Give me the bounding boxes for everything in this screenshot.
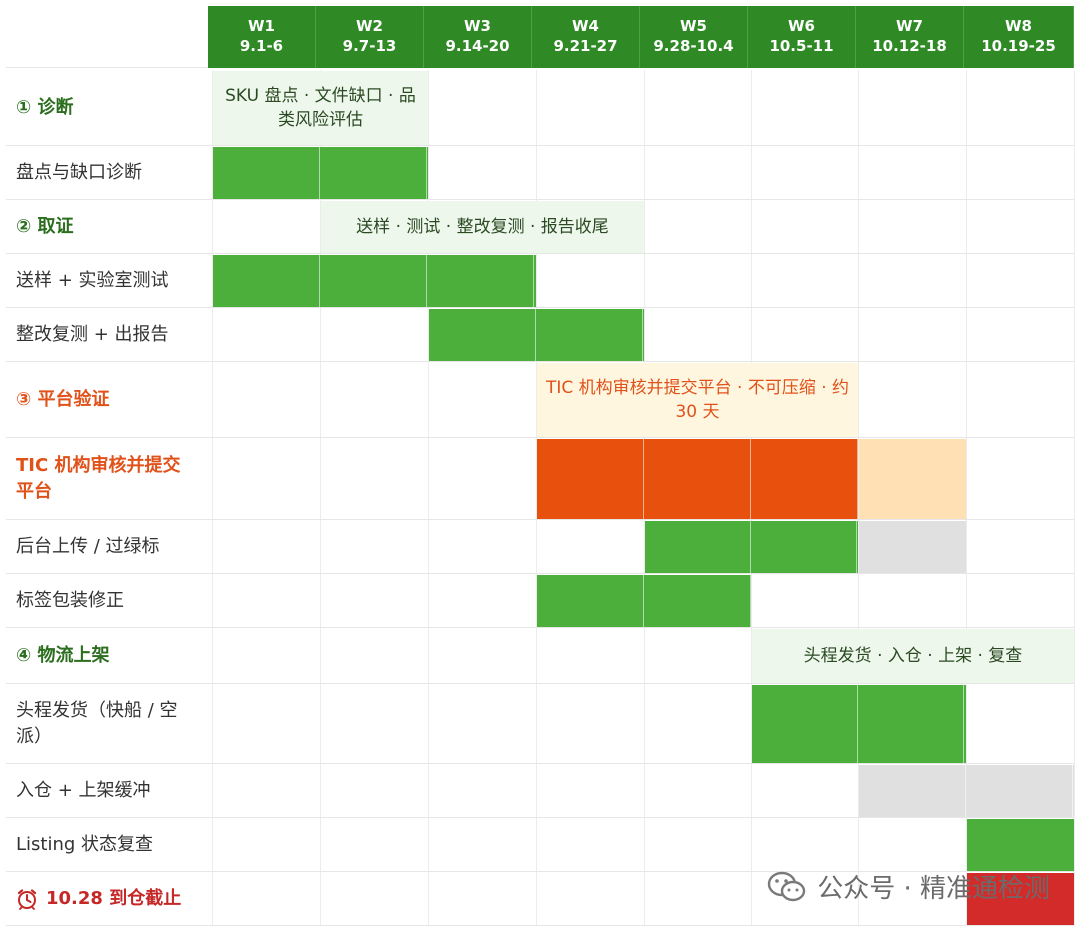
week-dates: 10.5-11 (769, 37, 834, 55)
deadline-label: 10.28 到仓截止 (16, 872, 196, 926)
gantt-bar-green (213, 147, 428, 199)
gantt-bar-green (645, 521, 858, 573)
week-header-1: W1 9.1-6 (208, 6, 316, 68)
gantt-bar-green (213, 255, 536, 307)
week-label: W4 (572, 17, 599, 35)
row-label-text: 后台上传 / 过绿标 (16, 536, 160, 557)
gantt-bar-green (537, 575, 751, 627)
gantt-bar-peach (859, 439, 966, 519)
task-label: TIC 机构审核并提交平台 (16, 438, 196, 520)
phase-note-text: 送样 · 测试 · 整改复测 · 报告收尾 (356, 217, 609, 237)
week-label: W5 (680, 17, 707, 35)
gantt-bar-gray (859, 765, 1074, 817)
row-label-text: 入仓 + 上架缓冲 (16, 780, 151, 801)
phase-note: 送样 · 测试 · 整改复测 · 报告收尾 (321, 201, 644, 253)
gantt-bar-gray (859, 521, 966, 573)
wechat-icon (768, 871, 806, 901)
header-corner (6, 6, 208, 68)
watermark: 公众号 · 精准通检测 (767, 868, 1050, 905)
phase-label: ② 取证 (16, 200, 196, 254)
row-label-text: 标签包装修正 (16, 590, 124, 611)
phase-label: ③ 平台验证 (16, 362, 196, 438)
row-label-text: 送样 + 实验室测试 (16, 270, 169, 291)
grid-line-vertical (1074, 70, 1075, 926)
week-dates: 10.19-25 (981, 37, 1056, 55)
gantt-bar-green (967, 819, 1074, 871)
phase-note: SKU 盘点 · 文件缺口 · 品类风险评估 (213, 71, 428, 145)
gantt-bar-green (429, 309, 644, 361)
gantt-bar-green (752, 685, 966, 763)
task-label: 送样 + 实验室测试 (16, 254, 196, 308)
watermark-text: 公众号 · 精准通检测 (817, 874, 1050, 904)
phase-note-text: 头程发货 · 入仓 · 上架 · 复查 (803, 646, 1023, 666)
week-label: W2 (356, 17, 383, 35)
week-dates: 9.14-20 (445, 37, 510, 55)
task-label: 头程发货（快船 / 空派） (16, 684, 196, 764)
task-label: Listing 状态复查 (16, 818, 196, 872)
phase-note: TIC 机构审核并提交平台 · 不可压缩 · 约 30 天 (537, 363, 858, 437)
row-label-text: ④ 物流上架 (16, 645, 110, 666)
week-dates: 9.21-27 (553, 37, 618, 55)
week-label: W8 (1005, 17, 1032, 35)
week-dates: 9.1-6 (239, 37, 284, 55)
gantt-chart: W1 9.1-6 W2 9.7-13 W3 9.14-20 W4 9.21-27 W5 9.28-… (0, 0, 1080, 934)
row-label-text: 整改复测 + 出报告 (16, 324, 169, 345)
row-label-text: ① 诊断 (16, 97, 74, 118)
week-header-5: W5 9.28-10.4 (640, 6, 748, 68)
week-dates: 10.12-18 (872, 37, 947, 55)
alarm-clock-icon (17, 889, 37, 910)
phase-label: ④ 物流上架 (16, 628, 196, 684)
row-label-text: 盘点与缺口诊断 (16, 162, 142, 183)
week-header-6: W6 10.5-11 (748, 6, 856, 68)
week-header-2: W2 9.7-13 (316, 6, 424, 68)
phase-note-text: TIC 机构审核并提交平台 · 不可压缩 · 约 30 天 (545, 378, 850, 422)
task-label: 整改复测 + 出报告 (16, 308, 196, 362)
week-label: W1 (248, 17, 275, 35)
gantt-bar-orange (537, 439, 858, 519)
row-label-text: TIC 机构审核并提交平台 (16, 455, 181, 502)
week-label: W7 (896, 17, 923, 35)
task-label: 入仓 + 上架缓冲 (16, 764, 196, 818)
row-label-text: ③ 平台验证 (16, 389, 110, 410)
row-label-text: ② 取证 (16, 216, 74, 237)
week-header-8: W8 10.19-25 (964, 6, 1074, 68)
phase-note: 头程发货 · 入仓 · 上架 · 复查 (752, 629, 1074, 683)
row-label-text: Listing 状态复查 (16, 834, 154, 855)
task-label: 标签包装修正 (16, 574, 196, 628)
phase-label: ① 诊断 (16, 70, 196, 146)
task-label: 盘点与缺口诊断 (16, 146, 196, 200)
week-label: W6 (788, 17, 815, 35)
week-header-3: W3 9.14-20 (424, 6, 532, 68)
week-dates: 9.7-13 (342, 37, 397, 55)
row-label-text: 头程发货（快船 / 空派） (16, 700, 178, 747)
week-label: W3 (464, 17, 491, 35)
task-label: 后台上传 / 过绿标 (16, 520, 196, 574)
row-label-text: 10.28 到仓截止 (46, 888, 182, 909)
phase-note-text: SKU 盘点 · 文件缺口 · 品类风险评估 (225, 86, 416, 130)
week-header-7: W7 10.12-18 (856, 6, 964, 68)
week-dates: 9.28-10.4 (653, 37, 734, 55)
week-header-4: W4 9.21-27 (532, 6, 640, 68)
